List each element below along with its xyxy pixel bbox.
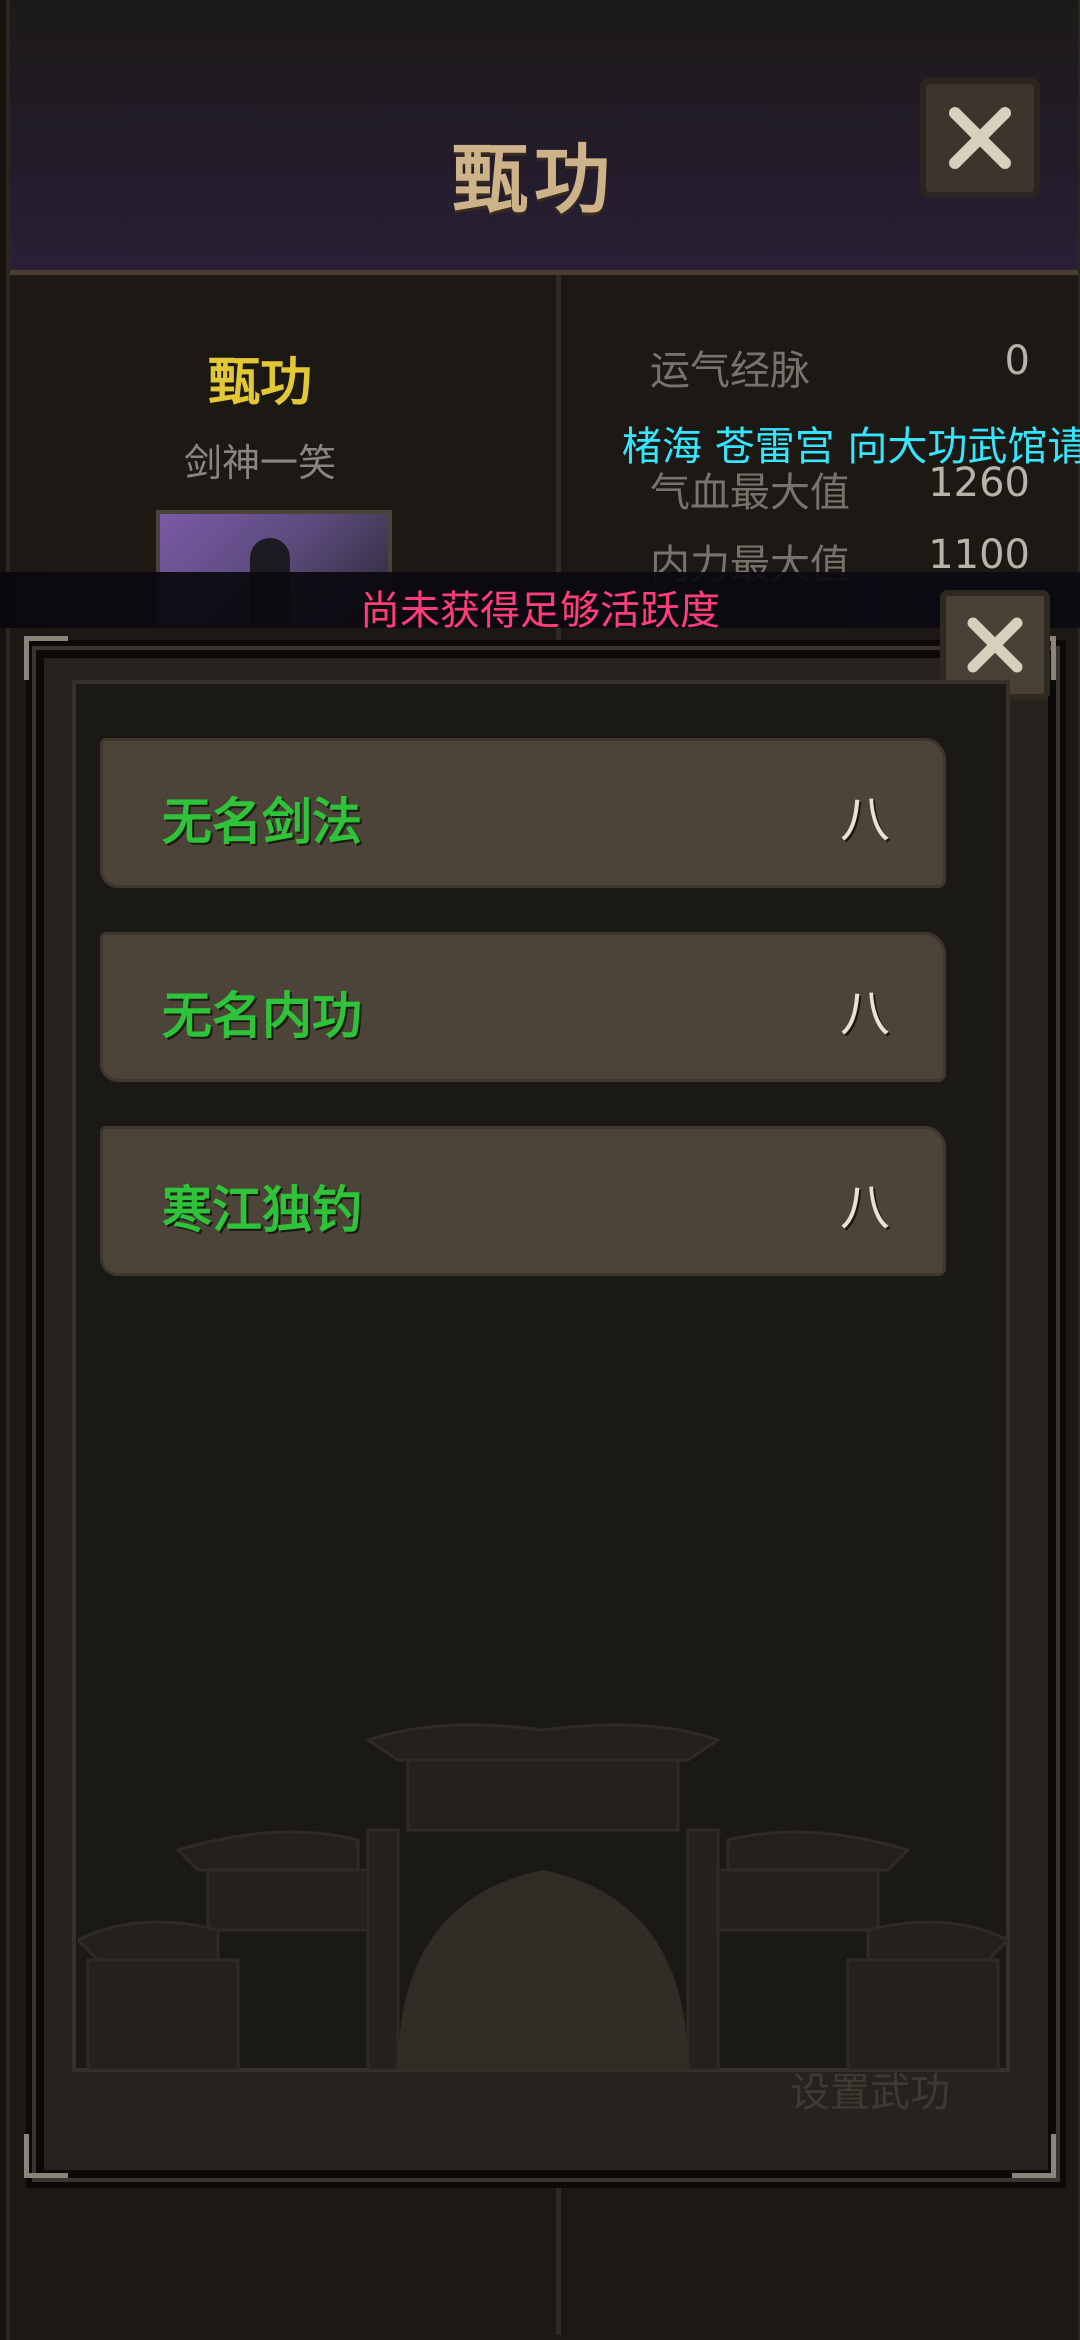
stat-value: 0 — [1004, 338, 1030, 384]
pavilion-decoration — [78, 1723, 1008, 2070]
frame-corner — [24, 636, 68, 680]
character-name: 甄功 — [207, 353, 312, 413]
skill-level: 八 — [840, 985, 890, 1043]
skill-item[interactable]: 无名内功 八 — [100, 932, 946, 1082]
stat-label: 运气经脉 — [650, 348, 810, 394]
close-button[interactable] — [920, 78, 1040, 198]
skill-item[interactable]: 寒江独钓 八 — [100, 1126, 946, 1276]
skill-name: 寒江独钓 — [162, 1181, 362, 1239]
skill-name: 无名内功 — [162, 987, 362, 1045]
window-title: 甄功 — [452, 135, 616, 224]
character-title: 剑神一笑 — [183, 441, 336, 485]
skill-level: 八 — [840, 791, 890, 849]
skill-level: 八 — [840, 1179, 890, 1237]
skill-item[interactable]: 无名剑法 八 — [100, 738, 946, 888]
skill-name: 无名剑法 — [162, 793, 362, 851]
frame-corner — [1012, 2134, 1056, 2178]
close-icon — [967, 617, 1023, 673]
frame-corner — [24, 2134, 68, 2178]
broadcast-notice: 楮海 苍雷宫 向大功武馆请教 — [622, 424, 1080, 470]
set-martial-label: 设置武功 — [790, 2070, 950, 2116]
warning-text: 尚未获得足够活跃度 — [360, 588, 720, 634]
close-icon — [949, 107, 1011, 169]
